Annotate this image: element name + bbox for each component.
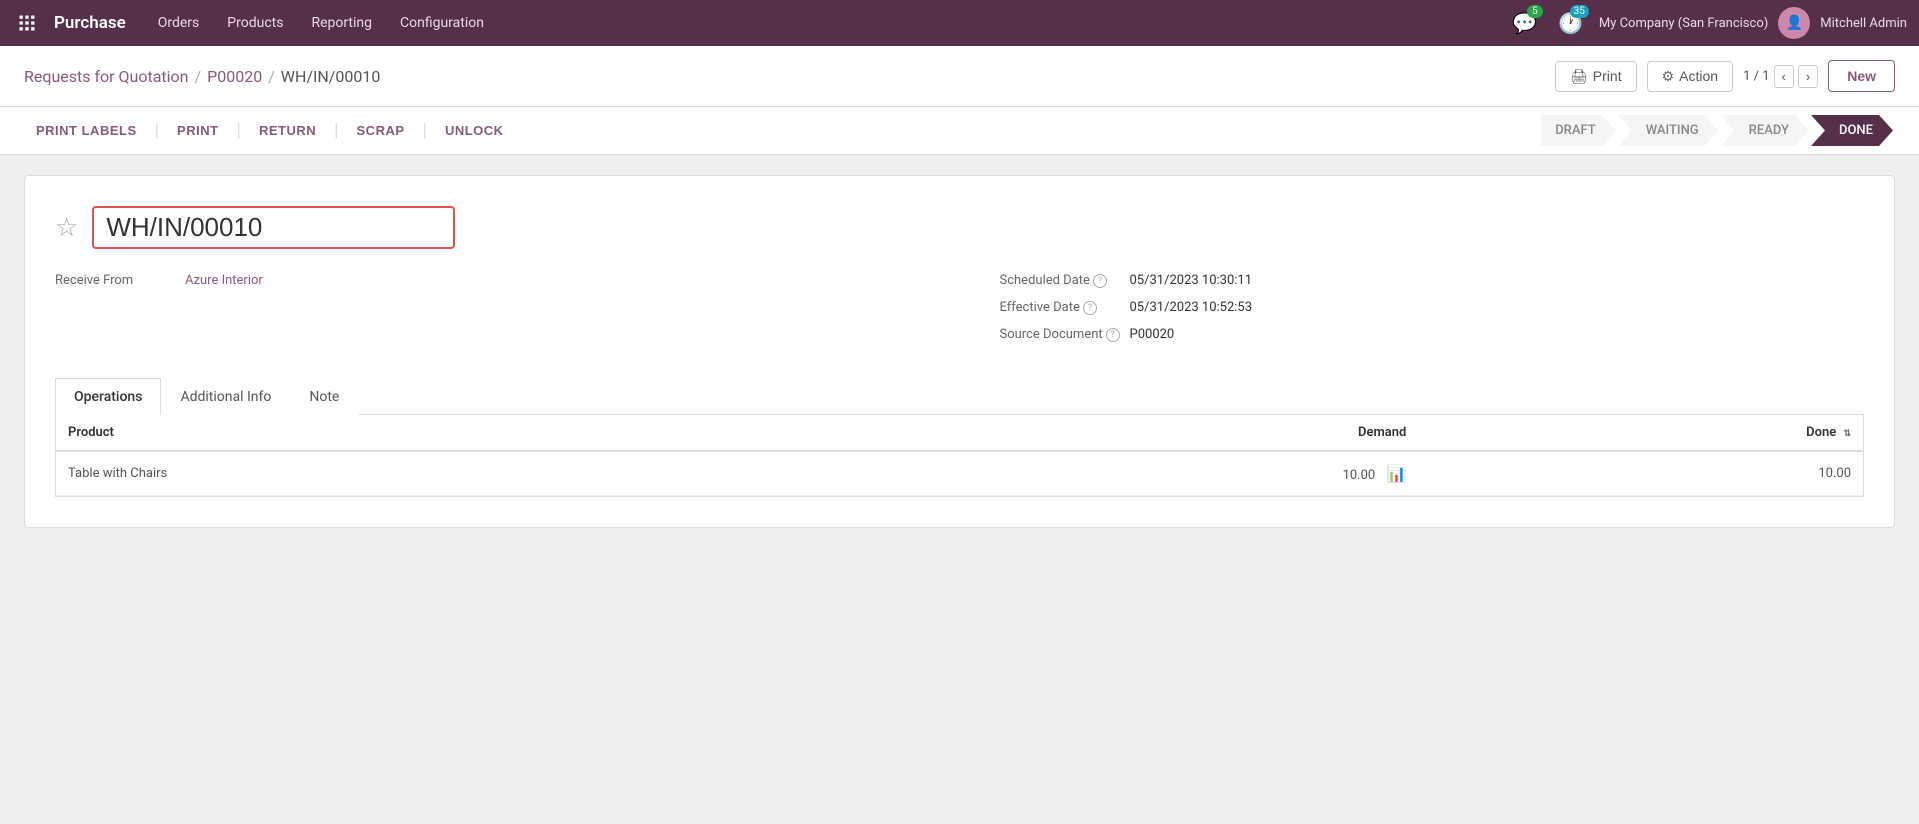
nav-reporting[interactable]: Reporting: [299, 7, 384, 39]
breadcrumb-actions: 🖨 Print ⚙ Action 1 / 1 ‹ › New: [1555, 60, 1895, 92]
col-product: Product: [56, 415, 852, 451]
breadcrumb: Requests for Quotation / P00020 / WH/IN/…: [24, 67, 380, 86]
source-document-label: Source Document?: [1000, 327, 1130, 342]
next-page-button[interactable]: ›: [1798, 65, 1818, 88]
breadcrumb-current: WH/IN/00010: [281, 67, 381, 86]
sep2: |: [237, 120, 241, 141]
effective-date-value: 05/31/2023 10:52:53: [1130, 300, 1253, 315]
status-ready[interactable]: READY: [1721, 115, 1809, 146]
user-name: Mitchell Admin: [1820, 16, 1907, 31]
apps-menu-button[interactable]: [12, 8, 42, 38]
print-label: Print: [1593, 68, 1622, 84]
app-brand: Purchase: [54, 13, 126, 33]
form-right: Scheduled Date? 05/31/2023 10:30:11 Effe…: [960, 273, 1865, 354]
receive-from-value[interactable]: Azure Interior: [185, 273, 263, 288]
done-sort-icon[interactable]: ⇅: [1843, 429, 1851, 439]
effective-date-field: Effective Date? 05/31/2023 10:52:53: [1000, 300, 1865, 315]
form-fields: Receive From Azure Interior Scheduled Da…: [55, 273, 1864, 354]
favorite-star[interactable]: ☆: [55, 213, 78, 243]
receive-from-field: Receive From Azure Interior: [55, 273, 960, 288]
new-button[interactable]: New: [1828, 60, 1895, 92]
prev-page-button[interactable]: ‹: [1774, 65, 1794, 88]
print-button[interactable]: 🖨 Print: [1555, 61, 1637, 92]
form-header: ☆: [55, 206, 1864, 249]
messages-button[interactable]: 💬 5: [1507, 5, 1543, 41]
source-document-help[interactable]: ?: [1106, 328, 1120, 342]
form-card: ☆ Receive From Azure Interior Scheduled …: [24, 175, 1895, 528]
receive-from-label: Receive From: [55, 273, 185, 288]
col-done: Done ⇅: [1418, 415, 1863, 451]
action-button[interactable]: ⚙ Action: [1647, 61, 1733, 92]
main-content: ☆ Receive From Azure Interior Scheduled …: [0, 155, 1919, 548]
tab-note[interactable]: Note: [290, 378, 358, 415]
status-pipeline: DRAFT WAITING READY DONE: [1541, 115, 1895, 146]
status-done[interactable]: DONE: [1811, 115, 1893, 146]
toolbar-left: PRINT LABELS | PRINT | RETURN | SCRAP | …: [24, 118, 516, 143]
nav-orders[interactable]: Orders: [146, 7, 212, 39]
print-button2[interactable]: PRINT: [165, 118, 231, 143]
tab-additional-info[interactable]: Additional Info: [161, 378, 290, 415]
sep4: |: [423, 120, 427, 141]
scrap-button[interactable]: SCRAP: [345, 118, 417, 143]
nav-configuration[interactable]: Configuration: [388, 7, 496, 39]
chart-icon[interactable]: 📊: [1386, 464, 1406, 483]
scheduled-date-help[interactable]: ?: [1093, 274, 1107, 288]
page-navigation: 1 / 1 ‹ ›: [1743, 65, 1818, 88]
col-demand: Demand: [852, 415, 1419, 451]
gear-icon: ⚙: [1662, 68, 1675, 85]
tabs-bar: Operations Additional Info Note: [55, 378, 1864, 415]
sep1: |: [155, 120, 159, 141]
sep3: |: [334, 120, 338, 141]
table-header-row: Product Demand Done ⇅: [56, 415, 1863, 451]
breadcrumb-p00020[interactable]: P00020: [207, 67, 262, 86]
messages-count: 5: [1527, 5, 1543, 18]
breadcrumb-sep2: /: [268, 67, 275, 86]
product-cell[interactable]: Table with Chairs: [56, 451, 852, 496]
done-cell: 10.00: [1418, 451, 1863, 496]
tab-operations[interactable]: Operations: [55, 378, 161, 415]
status-waiting[interactable]: WAITING: [1618, 115, 1719, 146]
nav-products[interactable]: Products: [215, 7, 295, 39]
breadcrumb-sep1: /: [195, 67, 202, 86]
page-info: 1 / 1: [1743, 69, 1769, 84]
status-draft[interactable]: DRAFT: [1541, 115, 1616, 146]
scheduled-date-value: 05/31/2023 10:30:11: [1130, 273, 1253, 288]
source-document-field: Source Document? P00020: [1000, 327, 1865, 342]
form-title-input[interactable]: [92, 206, 455, 249]
action-toolbar: PRINT LABELS | PRINT | RETURN | SCRAP | …: [0, 107, 1919, 155]
company-name: My Company (San Francisco): [1599, 16, 1768, 31]
breadcrumb-rfq[interactable]: Requests for Quotation: [24, 67, 189, 86]
scheduled-date-field: Scheduled Date? 05/31/2023 10:30:11: [1000, 273, 1865, 288]
activities-button[interactable]: 🕐 35: [1553, 5, 1589, 41]
demand-cell: 10.00 📊: [852, 451, 1419, 496]
return-button[interactable]: RETURN: [247, 118, 328, 143]
scheduled-date-label: Scheduled Date?: [1000, 273, 1130, 288]
form-left: Receive From Azure Interior: [55, 273, 960, 354]
breadcrumb-bar: Requests for Quotation / P00020 / WH/IN/…: [0, 46, 1919, 107]
activities-count: 35: [1570, 5, 1589, 18]
printer-icon: 🖨: [1570, 68, 1588, 85]
operations-table: Product Demand Done ⇅ Table with Chairs …: [56, 415, 1863, 496]
user-avatar[interactable]: 👤: [1778, 7, 1810, 39]
source-document-value: P00020: [1130, 327, 1175, 342]
print-labels-button[interactable]: PRINT LABELS: [24, 118, 149, 143]
tab-content-operations: Product Demand Done ⇅ Table with Chairs …: [55, 415, 1864, 497]
top-navigation: Purchase Orders Products Reporting Confi…: [0, 0, 1919, 46]
effective-date-label: Effective Date?: [1000, 300, 1130, 315]
effective-date-help[interactable]: ?: [1083, 301, 1097, 315]
table-row: Table with Chairs 10.00 📊 10.00: [56, 451, 1863, 496]
unlock-button[interactable]: UNLOCK: [433, 118, 516, 143]
action-label: Action: [1679, 68, 1718, 84]
